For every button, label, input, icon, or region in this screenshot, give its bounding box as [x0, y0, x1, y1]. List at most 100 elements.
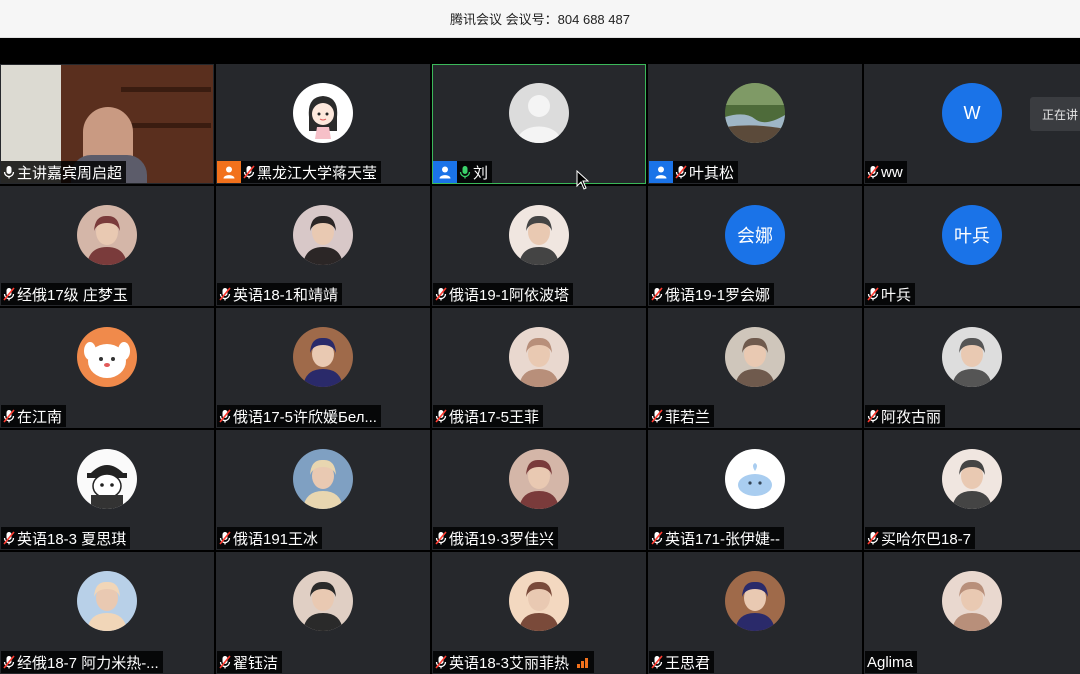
participant-name: 叶兵 [881, 286, 912, 304]
mic-speaking-icon [457, 161, 473, 183]
mic-icon [1, 161, 17, 183]
participant-name-label: 俄语17-5王菲 [433, 405, 544, 427]
participant-name: ww [881, 163, 903, 181]
participant-name: 翟钰洁 [233, 654, 279, 672]
avatar [509, 571, 569, 631]
participant-tile[interactable]: 经俄18-7 阿力米热-... [0, 552, 214, 674]
participant-name-label: 叶兵 [865, 283, 916, 305]
mic-muted-icon [865, 405, 881, 427]
mic-muted-icon [865, 161, 881, 183]
avatar [509, 327, 569, 387]
participant-tile[interactable]: 在江南 [0, 308, 214, 428]
participant-name-label: 俄语19·3罗佳兴 [433, 527, 559, 549]
participant-name-label: 在江南 [1, 405, 67, 427]
participant-name: 黑龙江大学蒋天莹 [257, 164, 378, 182]
participant-tile[interactable]: 俄语17-5许欣媛Бел... [216, 308, 430, 428]
avatar [942, 571, 1002, 631]
participant-name: 英语171-张伊婕-- [665, 530, 781, 548]
avatar [509, 205, 569, 265]
participant-name-label: 买哈尔巴18-7 [865, 527, 976, 549]
participant-tile[interactable]: 会娜俄语19-1罗会娜 [648, 186, 862, 306]
participant-name: 英语18-1和靖靖 [233, 286, 339, 304]
participant-name: 经俄17级 庄梦玉 [17, 286, 128, 304]
top-toolbar-strip [0, 38, 1080, 64]
participant-name-label: 王思君 [649, 651, 715, 673]
mic-muted-icon [217, 405, 233, 427]
participant-name: 经俄18-7 阿力米热-... [17, 654, 159, 672]
window-title: 腾讯会议 会议号：804 688 487 [450, 12, 630, 27]
participant-tile[interactable]: 英语171-张伊婕-- [648, 430, 862, 550]
participant-name: 阿孜古丽 [881, 408, 942, 426]
mic-muted-icon [1, 651, 17, 673]
participant-tile[interactable]: 俄语19-1阿依波塔 [432, 186, 646, 306]
participant-tile[interactable]: 俄语191王冰 [216, 430, 430, 550]
avatar [725, 83, 785, 143]
mic-muted-icon [649, 527, 665, 549]
participant-name: 俄语17-5许欣媛Бел... [233, 408, 377, 426]
mic-muted-icon [649, 283, 665, 305]
participant-tile[interactable]: 黑龙江大学蒋天莹 [216, 64, 430, 184]
participant-tile[interactable]: 刘 [432, 64, 646, 184]
participant-name-label: 英语171-张伊婕-- [649, 527, 785, 549]
mic-muted-icon [673, 161, 689, 183]
participant-tile[interactable]: 阿孜古丽 [864, 308, 1080, 428]
cartoon-whale-icon [725, 449, 785, 509]
participant-tile[interactable]: 叶兵 叶兵 [864, 186, 1080, 306]
mic-muted-icon [865, 283, 881, 305]
participant-name: 叶其松 [689, 164, 735, 182]
cartoon-girl-icon [293, 83, 353, 143]
avatar [942, 449, 1002, 509]
avatar-initials: 叶兵 [942, 205, 1002, 265]
participant-tile[interactable]: 叶其松 [648, 64, 862, 184]
mic-muted-icon [217, 651, 233, 673]
participant-name: 主讲嘉宾周启超 [17, 164, 123, 182]
speaking-tooltip: 正在讲 [1030, 97, 1080, 131]
mic-muted-icon [649, 405, 665, 427]
participant-tile[interactable]: 翟钰洁 [216, 552, 430, 674]
participant-tile[interactable]: 菲若兰 [648, 308, 862, 428]
participant-tile[interactable]: 英语18-3 夏思琪 [0, 430, 214, 550]
participant-tile[interactable]: 经俄17级 庄梦玉 [0, 186, 214, 306]
default-person-icon [509, 83, 569, 143]
participant-name: 俄语19·3罗佳兴 [449, 530, 555, 548]
participant-name: 在江南 [17, 408, 63, 426]
participant-name-label: 俄语191王冰 [217, 527, 323, 549]
participant-name-label: 翟钰洁 [217, 651, 283, 673]
participant-tile[interactable]: 主讲嘉宾周启超 [0, 64, 214, 184]
mic-muted-icon [1, 405, 17, 427]
participant-name-label: 阿孜古丽 [865, 405, 946, 427]
cartoon-dog-icon [77, 327, 137, 387]
participant-tile[interactable]: 英语18-1和靖靖 [216, 186, 430, 306]
participant-tile[interactable]: Aglima [864, 552, 1080, 674]
mic-muted-icon [433, 651, 449, 673]
avatar [725, 327, 785, 387]
participant-name-label: 英语18-1和靖靖 [217, 283, 343, 305]
cohost-icon [649, 161, 673, 183]
avatar [725, 571, 785, 631]
mic-muted-icon [217, 283, 233, 305]
window-titlebar: 腾讯会议 会议号：804 688 487 [0, 0, 1080, 38]
avatar [509, 449, 569, 509]
participant-name-label: 刘 [433, 161, 493, 183]
participant-tile[interactable]: 英语18-3艾丽菲热 [432, 552, 646, 674]
avatar-initials: 会娜 [725, 205, 785, 265]
participant-tile[interactable]: 俄语17-5王菲 [432, 308, 646, 428]
participant-name-label: 英语18-3艾丽菲热 [433, 651, 595, 673]
participant-name-label: 叶其松 [649, 161, 739, 183]
participant-name-label: 俄语19-1罗会娜 [649, 283, 775, 305]
participant-name-label: 主讲嘉宾周启超 [1, 161, 127, 183]
mic-muted-icon [217, 527, 233, 549]
participant-name: 俄语19-1罗会娜 [665, 286, 771, 304]
participant-name-label: 菲若兰 [649, 405, 715, 427]
participant-name: 刘 [473, 164, 489, 182]
participant-tile[interactable]: 俄语19·3罗佳兴 [432, 430, 646, 550]
participant-tile[interactable]: 王思君 [648, 552, 862, 674]
speaking-tooltip-text: 正在讲 [1042, 107, 1079, 122]
avatar [942, 327, 1002, 387]
participant-tile[interactable]: 买哈尔巴18-7 [864, 430, 1080, 550]
mic-muted-icon [433, 283, 449, 305]
participant-name: 俄语191王冰 [233, 530, 319, 548]
cohost-icon [433, 161, 457, 183]
mic-muted-icon [1, 283, 17, 305]
mic-muted-icon [865, 527, 881, 549]
